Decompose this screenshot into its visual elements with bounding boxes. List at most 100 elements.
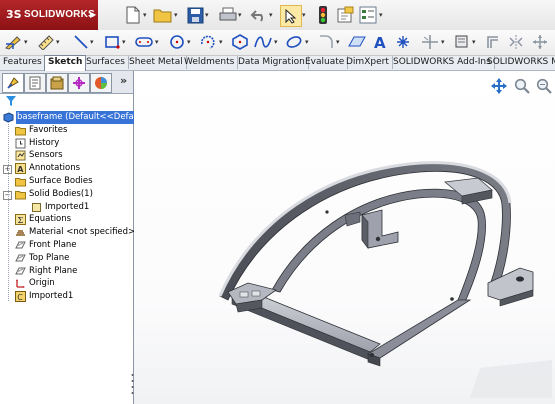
convert-dropdown-arrow-icon[interactable]: ▾ xyxy=(472,38,476,46)
undo-icon[interactable] xyxy=(248,4,270,26)
trim-icon[interactable] xyxy=(420,32,440,52)
tree-item-sensors[interactable]: Sensors xyxy=(0,149,133,162)
tab-solidworks-mbd[interactable]: SOLIDWORKS MBD xyxy=(484,56,555,69)
tree-item-history[interactable]: History xyxy=(0,137,133,150)
new-document-icon[interactable] xyxy=(122,4,144,26)
tree-item-label: Right Plane xyxy=(29,265,78,276)
solidworks-logo[interactable]: 3S SOLIDWORKS ▶ xyxy=(0,0,98,30)
svg-text:C: C xyxy=(17,293,23,302)
rebuild-traffic-light-icon[interactable] xyxy=(312,4,334,26)
tab-sheet-metal[interactable]: Sheet Metal xyxy=(126,56,187,69)
plane-icon xyxy=(15,240,26,251)
tree-item-origin[interactable]: Origin xyxy=(0,277,133,290)
tree-item-surface-bodies[interactable]: Surface Bodies xyxy=(0,175,133,188)
mirror-icon[interactable] xyxy=(506,32,526,52)
plane-icon xyxy=(15,266,26,277)
svg-text:Σ: Σ xyxy=(18,216,24,225)
rectangle-dropdown-arrow-icon[interactable]: ▾ xyxy=(122,38,126,46)
move-icon[interactable] xyxy=(530,32,550,52)
tab-evaluate[interactable]: Evaluate xyxy=(302,56,349,69)
dimxpert-manager-icon[interactable] xyxy=(68,73,90,93)
ellipse-dropdown-arrow-icon[interactable]: ▾ xyxy=(305,38,309,46)
tab-surfaces[interactable]: Surfaces xyxy=(83,56,129,69)
circle-dropdown-arrow-icon[interactable]: ▾ xyxy=(187,38,191,46)
tree-item-imported1-body[interactable]: Imported1 xyxy=(0,201,133,214)
line-dropdown-arrow-icon[interactable]: ▾ xyxy=(90,38,94,46)
tree-item-favorites[interactable]: Favorites xyxy=(0,124,133,137)
open-dropdown-arrow-icon[interactable]: ▾ xyxy=(174,11,178,19)
tree-item-label: Material <not specified> xyxy=(29,227,136,238)
print-dropdown-arrow-icon[interactable]: ▾ xyxy=(238,11,242,19)
select-arrow-icon[interactable] xyxy=(280,5,302,27)
configuration-manager-icon[interactable] xyxy=(46,73,68,93)
baseframe-3d-model[interactable] xyxy=(134,71,555,404)
title-bar: 3S SOLIDWORKS ▶ ▾ ▾ ▾ ▾ ▾ ▾ ▾ xyxy=(0,0,555,31)
graphics-viewport[interactable] xyxy=(134,71,555,404)
favorites-folder-icon xyxy=(15,125,26,136)
tab-data-migration[interactable]: Data Migration xyxy=(235,56,309,69)
trim-dropdown-arrow-icon[interactable]: ▾ xyxy=(441,38,445,46)
arc-icon[interactable] xyxy=(198,32,218,52)
tree-item-right-plane[interactable]: Right Plane xyxy=(0,265,133,278)
tab-sketch[interactable]: Sketch xyxy=(44,55,87,71)
circle-icon[interactable] xyxy=(167,32,187,52)
point-icon[interactable] xyxy=(393,32,413,52)
tree-item-material-not-specified[interactable]: Material <not specified> xyxy=(0,226,136,239)
menu-expand-arrow-icon[interactable]: ▶ xyxy=(90,10,96,19)
display-manager-icon[interactable] xyxy=(90,73,112,93)
tab-solidworks-add-ins[interactable]: SOLIDWORKS Add-Ins xyxy=(390,56,495,69)
ellipse-icon[interactable] xyxy=(284,32,304,52)
options-icon[interactable] xyxy=(357,4,379,26)
save-dropdown-arrow-icon[interactable]: ▾ xyxy=(205,11,209,19)
sensors-icon xyxy=(15,150,26,161)
open-folder-icon[interactable] xyxy=(152,4,174,26)
panel-expand-icon[interactable]: » xyxy=(120,74,127,87)
imported-feature-icon: C xyxy=(15,291,26,303)
fillet-icon[interactable] xyxy=(316,32,336,52)
fillet-dropdown-arrow-icon[interactable]: ▾ xyxy=(336,38,340,46)
plane-icon[interactable] xyxy=(347,32,367,52)
property-manager-icon[interactable] xyxy=(24,73,46,93)
origin-icon xyxy=(15,278,26,289)
file-properties-icon[interactable] xyxy=(334,4,356,26)
sketch-dropdown-arrow-icon[interactable]: ▾ xyxy=(24,38,28,46)
tree-item-top-plane[interactable]: Top Plane xyxy=(0,252,133,265)
spline-icon[interactable] xyxy=(253,32,273,52)
line-icon[interactable] xyxy=(71,32,91,52)
equations-icon: Σ xyxy=(15,214,26,226)
slot-dropdown-arrow-icon[interactable]: ▾ xyxy=(155,38,159,46)
save-icon[interactable] xyxy=(184,4,206,26)
tree-item-solid-bodies-1[interactable]: − Solid Bodies(1) xyxy=(0,188,133,201)
print-icon[interactable] xyxy=(217,4,239,26)
feature-tree-root-baseframe[interactable]: baseframe (Default<<Default> xyxy=(0,111,153,124)
slot-icon[interactable] xyxy=(134,32,154,52)
svg-text:A: A xyxy=(374,34,386,50)
filter-row xyxy=(0,94,133,108)
options-dropdown-arrow-icon[interactable]: ▾ xyxy=(379,11,383,19)
tab-dimxpert[interactable]: DimXpert xyxy=(343,56,393,69)
tree-item-imported1[interactable]: C Imported1 xyxy=(0,290,133,303)
sketch-icon[interactable] xyxy=(4,32,24,52)
select-dropdown-arrow-icon[interactable]: ▾ xyxy=(302,11,306,19)
tree-item-front-plane[interactable]: Front Plane xyxy=(0,239,133,252)
tab-weldments[interactable]: Weldments xyxy=(181,56,239,69)
rectangle-icon[interactable] xyxy=(102,32,122,52)
tree-item-annotations[interactable]: + A Annotations xyxy=(0,162,133,175)
text-icon[interactable]: A xyxy=(370,32,390,52)
tab-features[interactable]: Features xyxy=(0,56,46,69)
convert-entities-icon[interactable] xyxy=(452,32,472,52)
dimension-dropdown-arrow-icon[interactable]: ▾ xyxy=(56,38,60,46)
feature-manager-tree-icon[interactable] xyxy=(2,73,24,93)
undo-dropdown-arrow-icon[interactable]: ▾ xyxy=(269,11,273,19)
polygon-icon[interactable] xyxy=(230,32,250,52)
tree-item-equations[interactable]: Σ Equations xyxy=(0,213,133,226)
new-dropdown-arrow-icon[interactable]: ▾ xyxy=(143,11,147,19)
smart-dimension-icon[interactable] xyxy=(36,32,56,52)
arc-dropdown-arrow-icon[interactable]: ▾ xyxy=(219,38,223,46)
surface-bodies-folder-icon xyxy=(15,176,26,187)
app-brand-name: SOLIDWORKS xyxy=(24,9,95,20)
annotations-icon: A xyxy=(15,163,26,175)
filter-funnel-icon[interactable] xyxy=(6,96,16,109)
offset-icon[interactable] xyxy=(483,32,503,52)
spline-dropdown-arrow-icon[interactable]: ▾ xyxy=(274,38,278,46)
